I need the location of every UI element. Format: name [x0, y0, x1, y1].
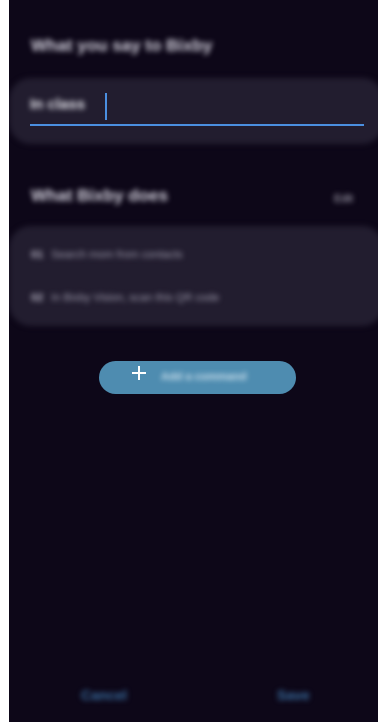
- command-number: 01: [31, 249, 44, 261]
- commands-section-title: What Bixby does: [31, 186, 168, 205]
- edit-button[interactable]: Edit: [334, 193, 353, 205]
- quick-command-screen: What you say to Bixby In class What Bixb…: [9, 0, 378, 722]
- command-number: 02: [31, 292, 44, 304]
- add-command-label: Add a command: [161, 371, 247, 383]
- commands-card: [9, 226, 378, 326]
- command-text: In Bixby Vision, scan this QR code: [51, 292, 220, 304]
- save-button[interactable]: Save: [277, 687, 310, 703]
- command-text: Search mom from contacts: [51, 249, 183, 261]
- phrase-input[interactable]: In class: [30, 96, 85, 113]
- command-item[interactable]: 01 Search mom from contacts: [31, 249, 183, 261]
- command-item[interactable]: 02 In Bixby Vision, scan this QR code: [31, 292, 219, 304]
- phrase-section-title: What you say to Bixby: [31, 36, 213, 55]
- phrase-input-underline: [30, 124, 364, 126]
- text-cursor: [105, 93, 107, 120]
- plus-icon: [132, 366, 146, 380]
- add-command-button[interactable]: Add a command: [99, 361, 296, 394]
- cancel-button[interactable]: Cancel: [81, 687, 127, 703]
